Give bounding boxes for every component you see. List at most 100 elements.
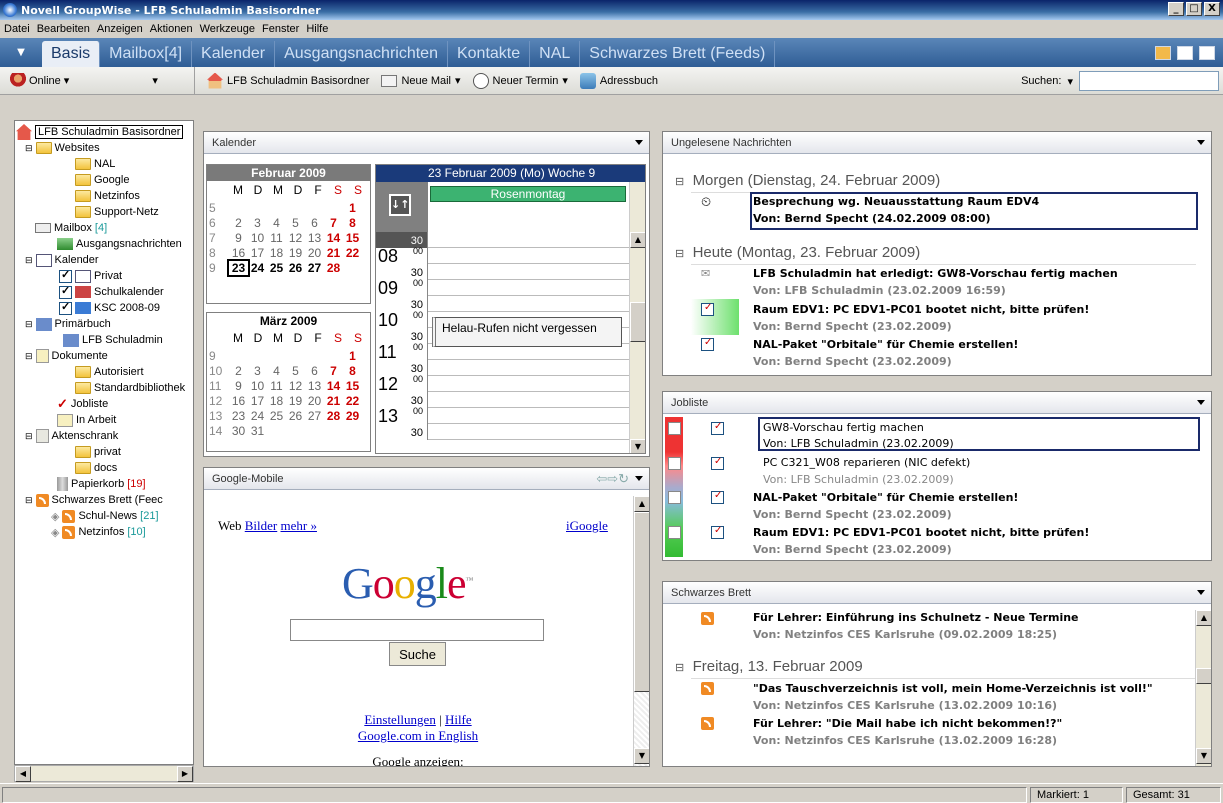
calendar-day[interactable]: 9 xyxy=(229,379,248,393)
group-header-today[interactable]: ⊟ Heute (Montag, 23. Februar 2009) xyxy=(675,244,920,261)
calendar-day[interactable]: 15 xyxy=(343,231,362,245)
task-checkbox[interactable] xyxy=(711,456,724,470)
calendar-day[interactable]: 19 xyxy=(286,394,305,408)
tree-lfb-schuladmin[interactable]: LFB Schuladmin xyxy=(63,332,163,348)
chevron-down-icon[interactable] xyxy=(1197,400,1205,405)
task-checkbox[interactable] xyxy=(711,525,724,539)
menu-werkzeuge[interactable]: Werkzeuge xyxy=(200,23,255,35)
calendar-day[interactable]: 12 xyxy=(286,379,305,393)
group-header-tomorrow[interactable]: ⊟ Morgen (Dienstag, 24. Februar 2009) xyxy=(675,172,940,189)
english-link[interactable]: Google.com in English xyxy=(358,728,478,743)
calendar-day[interactable]: 9 xyxy=(229,231,248,245)
google-more-link[interactable]: mehr » xyxy=(281,518,317,533)
chevron-down-icon[interactable]: ▾ xyxy=(455,74,461,87)
time-slot[interactable]: 12 00 xyxy=(376,374,631,394)
calendar-day[interactable]: 8 xyxy=(343,216,362,230)
chevron-down-icon[interactable] xyxy=(635,476,643,481)
folders-icon[interactable] xyxy=(1155,46,1171,60)
google-images-link[interactable]: Bilder xyxy=(245,518,278,533)
scroll-thumb[interactable] xyxy=(630,302,645,342)
tree-schwarzes-brett[interactable]: ⊟ Schwarzes Brett (Feec xyxy=(25,492,163,508)
message-subject[interactable]: Besprechung wg. Neuausstattung Raum EDV4 xyxy=(753,195,1039,208)
calendar-day[interactable]: 11 xyxy=(267,231,286,245)
chevron-down-icon[interactable]: ▾ xyxy=(152,74,158,87)
tab-nal[interactable]: NAL xyxy=(530,41,581,67)
time-slot[interactable]: 30 xyxy=(376,424,631,440)
scroll-right-icon[interactable]: ▶ xyxy=(177,766,193,782)
scroll-up-icon[interactable]: ▲ xyxy=(634,496,649,512)
tab-ausgangsnachrichten[interactable]: Ausgangsnachrichten xyxy=(275,41,448,67)
tab-schwarzes-brett[interactable]: Schwarzes Brett (Feeds) xyxy=(580,41,776,67)
bulletin-scrollbar[interactable]: ▲ ▼ xyxy=(1195,610,1211,766)
calendar-day[interactable]: 2 xyxy=(229,364,248,378)
menu-anzeigen[interactable]: Anzeigen xyxy=(97,23,143,35)
calendar-day[interactable]: 3 xyxy=(248,216,267,230)
tree-websites[interactable]: ⊟ Websites xyxy=(25,140,100,156)
job-subject[interactable]: PC C321_W08 reparieren (NIC defekt) xyxy=(763,456,970,469)
google-search-button[interactable]: Suche xyxy=(389,642,446,666)
scroll-left-icon[interactable]: ◀ xyxy=(15,766,31,782)
calendar-day[interactable]: 26 xyxy=(286,409,305,423)
maximize-button[interactable]: □ xyxy=(1186,2,1202,16)
menu-aktionen[interactable]: Aktionen xyxy=(150,23,193,35)
calendar-day[interactable]: 2 xyxy=(229,216,248,230)
calendar-day[interactable]: 28 xyxy=(324,261,343,275)
calendar-day[interactable]: 23 xyxy=(227,259,250,277)
calendar-day[interactable]: 20 xyxy=(305,394,324,408)
scroll-thumb[interactable] xyxy=(634,512,649,692)
tab-mailbox[interactable]: Mailbox[4] xyxy=(100,41,193,67)
tree-aktenschrank[interactable]: ⊟ Aktenschrank xyxy=(25,428,118,444)
scroll-down-icon[interactable]: ▼ xyxy=(634,748,649,764)
calendar-day[interactable]: 24 xyxy=(248,409,267,423)
time-slot[interactable]: 09 00 xyxy=(376,278,631,298)
tree-akten-privat[interactable]: privat xyxy=(75,444,121,460)
new-appointment-button[interactable]: Neuer Termin ▾ xyxy=(472,72,568,89)
calendar-day[interactable]: 15 xyxy=(343,379,362,393)
tree-horizontal-scrollbar[interactable]: ◀ ▶ xyxy=(14,765,194,782)
calendar-panel-header[interactable]: Kalender xyxy=(204,132,649,154)
tree-ksc[interactable]: KSC 2008-09 xyxy=(59,300,160,316)
privat-checkbox[interactable] xyxy=(59,268,72,283)
tree-schulkalender[interactable]: Schulkalender xyxy=(59,284,164,300)
tree-primaerbuch[interactable]: ⊟ Primärbuch xyxy=(25,316,111,332)
group-header-friday[interactable]: ⊟ Freitag, 13. Februar 2009 xyxy=(675,658,863,675)
google-scrollbar[interactable]: ▲ ▼ xyxy=(633,496,649,766)
calendar-day[interactable]: 11 xyxy=(267,379,286,393)
chevron-down-icon[interactable]: ▾ xyxy=(1067,75,1073,88)
scroll-down-icon[interactable]: ▼ xyxy=(630,439,645,453)
calendar-day[interactable]: 26 xyxy=(286,261,305,275)
calendar-day[interactable]: 21 xyxy=(324,246,343,260)
tree-schul-news[interactable]: ◈ Schul-News [21] xyxy=(51,508,159,524)
calendar-day[interactable]: 17 xyxy=(248,394,267,408)
calendar-day[interactable]: 7 xyxy=(324,216,343,230)
menu-datei[interactable]: Datei xyxy=(4,23,30,35)
message-subject[interactable]: LFB Schuladmin hat erledigt: GW8-Vorscha… xyxy=(753,267,1118,280)
message-subject[interactable]: Raum EDV1: PC EDV1-PC01 bootet nicht, bi… xyxy=(753,303,1089,316)
calendar-day[interactable]: 13 xyxy=(305,231,324,245)
schulkalender-checkbox[interactable] xyxy=(59,284,72,299)
tree-autorisiert[interactable]: Autorisiert xyxy=(75,364,144,380)
igoogle-link[interactable]: iGoogle xyxy=(566,518,608,534)
tree-google[interactable]: Google xyxy=(75,172,129,188)
calendar-day[interactable]: 6 xyxy=(305,216,324,230)
scroll-thumb[interactable] xyxy=(1196,668,1211,684)
close-button[interactable]: X xyxy=(1204,2,1220,16)
calendar-day[interactable]: 17 xyxy=(248,246,267,260)
time-slot[interactable]: 08 00 xyxy=(376,246,631,266)
time-slot[interactable]: 13 00 xyxy=(376,406,631,426)
all-day-event[interactable]: Rosenmontag xyxy=(430,186,626,202)
calendar-day[interactable]: 27 xyxy=(305,261,324,275)
tree-netzinfos-feed[interactable]: ◈ Netzinfos [10] xyxy=(51,524,146,540)
calendar-day[interactable]: 25 xyxy=(267,409,286,423)
tab-basis[interactable]: Basis xyxy=(42,41,101,67)
tree-standardbibliothek[interactable]: Standardbibliothek xyxy=(75,380,185,396)
tab-kalender[interactable]: Kalender xyxy=(192,41,276,67)
calendar-day[interactable]: 6 xyxy=(305,364,324,378)
tree-root[interactable]: LFB Schuladmin Basisordner xyxy=(16,124,184,140)
calendar-day[interactable]: 12 xyxy=(286,231,305,245)
tree-docs[interactable]: docs xyxy=(75,460,117,476)
menu-fenster[interactable]: Fenster xyxy=(262,23,299,35)
chevron-down-icon[interactable] xyxy=(1197,590,1205,595)
menu-bearbeiten[interactable]: Bearbeiten xyxy=(37,23,90,35)
calendar-day[interactable]: 29 xyxy=(343,409,362,423)
